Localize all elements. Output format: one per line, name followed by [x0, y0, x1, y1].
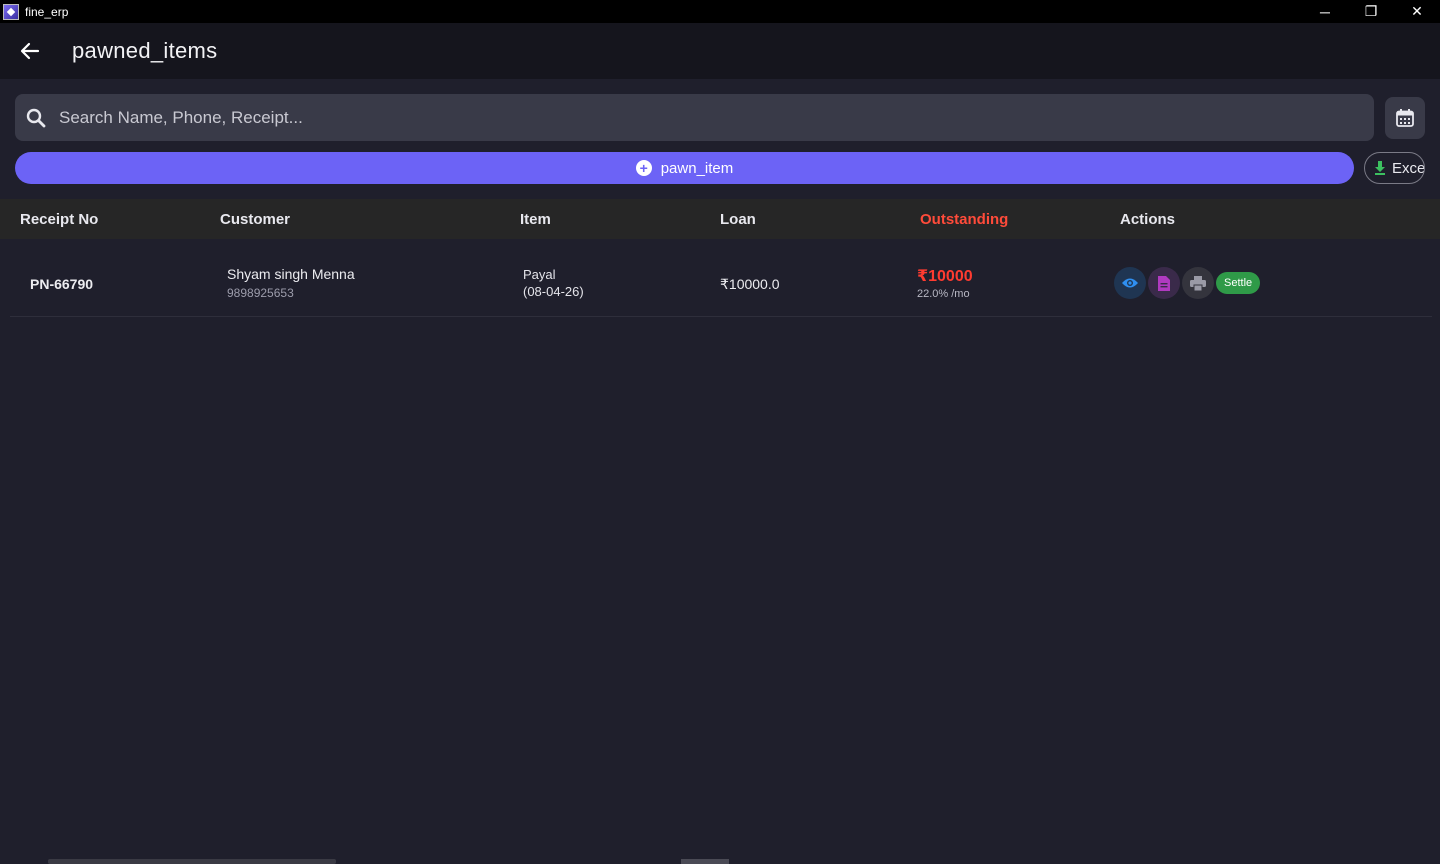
table-row[interactable]: PN-66790 Shyam singh Menna 9898925653 Pa…: [10, 239, 1432, 317]
item-name: Payal: [523, 267, 556, 282]
close-button[interactable]: ✕: [1394, 0, 1440, 23]
view-button[interactable]: [1114, 267, 1146, 299]
window-title: fine_erp: [25, 4, 69, 19]
back-button[interactable]: [16, 37, 44, 65]
eye-icon: [1122, 278, 1138, 288]
search-icon: [25, 107, 47, 129]
excel-export-button[interactable]: Excel: [1364, 152, 1425, 184]
horizontal-scrollbar[interactable]: [48, 859, 336, 864]
minimize-button[interactable]: ─: [1302, 0, 1348, 23]
settle-button[interactable]: Settle: [1216, 272, 1261, 294]
window-titlebar: fine_erp ─ ❐ ✕: [0, 0, 1440, 23]
scroll-thumb[interactable]: [681, 859, 729, 864]
row-actions: Settle: [1114, 267, 1261, 299]
document-button[interactable]: [1148, 267, 1180, 299]
date-filter-button[interactable]: [1385, 97, 1425, 139]
print-button[interactable]: [1182, 267, 1214, 299]
page-title: pawned_items: [72, 38, 218, 63]
customer-name: Shyam singh Menna: [227, 266, 355, 282]
header-loan[interactable]: Loan: [720, 211, 756, 228]
arrow-left-icon: [20, 42, 40, 60]
pawn-item-label: pawn_item: [660, 159, 734, 177]
search-bar: [15, 94, 1374, 141]
pawn-item-button[interactable]: + pawn_item: [15, 152, 1354, 184]
customer-phone: 9898925653: [227, 286, 294, 300]
calendar-icon: [1396, 109, 1414, 127]
restore-button[interactable]: ❐: [1348, 0, 1394, 23]
download-icon: [1374, 161, 1386, 175]
search-input[interactable]: [59, 107, 1374, 128]
item-date: (08-04-26): [523, 284, 584, 299]
table-header: Receipt No Customer Item Loan Outstandin…: [0, 199, 1440, 239]
window-controls: ─ ❐ ✕: [1302, 0, 1440, 23]
header-actions: Actions: [1120, 211, 1176, 228]
app-bar: pawned_items: [0, 23, 1440, 79]
excel-label: Excel: [1392, 159, 1425, 177]
header-receipt[interactable]: Receipt No: [20, 211, 98, 228]
receipt-number: PN-66790: [30, 276, 94, 292]
outstanding-amount: ₹10000: [917, 268, 973, 285]
loan-amount: ₹10000.0: [720, 276, 780, 292]
app-logo-icon: [3, 3, 19, 20]
header-customer[interactable]: Customer: [220, 211, 290, 228]
printer-icon: [1190, 275, 1206, 291]
header-item[interactable]: Item: [520, 211, 551, 228]
interest-rate: 22.0% /mo: [917, 288, 970, 300]
header-outstanding[interactable]: Outstanding: [920, 211, 1008, 228]
plus-circle-icon: +: [635, 160, 652, 176]
document-icon: [1158, 275, 1170, 291]
